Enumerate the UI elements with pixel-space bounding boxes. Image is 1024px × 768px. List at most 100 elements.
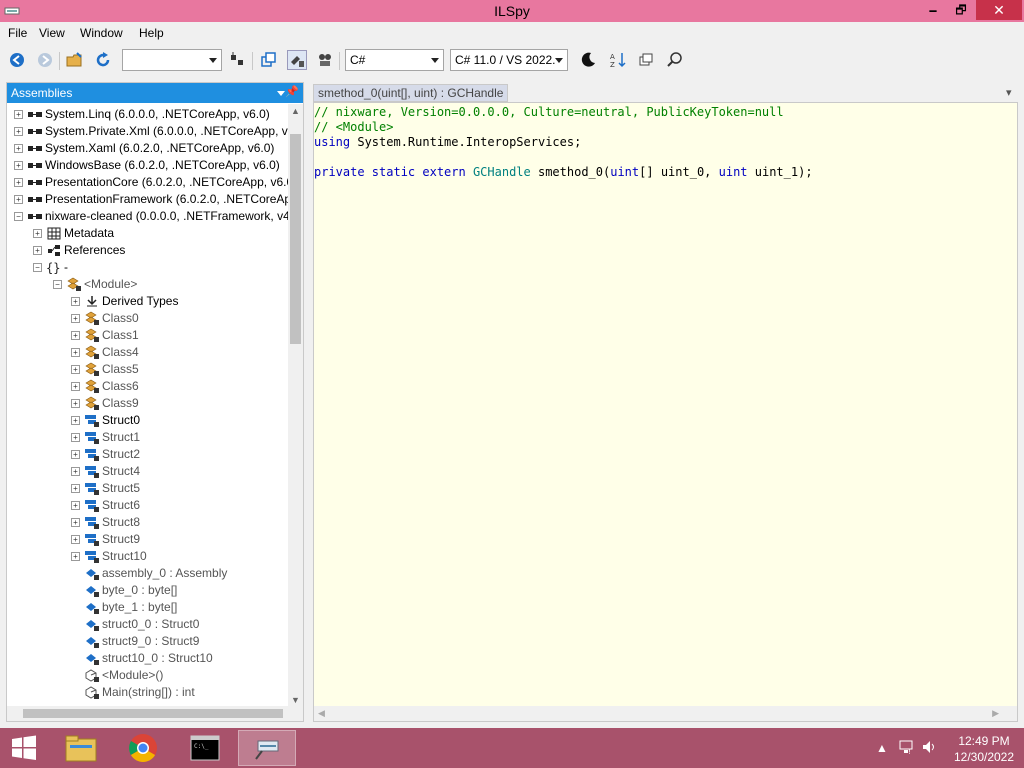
scroll-thumb[interactable] [290,134,301,344]
tree-horizontal-scrollbar[interactable] [7,706,303,721]
expand-icon[interactable]: + [71,348,80,357]
tree-node[interactable]: struct0_0 : Struct0 [7,616,289,633]
tree-node[interactable]: + Class0 [7,310,289,327]
tree-node[interactable]: − <Module> [7,276,289,293]
theme-icon[interactable] [578,50,598,70]
expand-icon[interactable]: + [14,161,23,170]
expand-icon[interactable]: + [71,518,80,527]
tree-node[interactable]: + Struct0 [7,412,289,429]
internal-icon[interactable] [315,50,335,70]
language-combo[interactable]: C# [345,49,444,71]
menu-help[interactable]: Help [139,26,164,40]
editor-horizontal-scrollbar[interactable]: ◀ ▶ [314,706,1017,721]
expand-icon[interactable]: + [33,229,42,238]
network-icon[interactable]: ! [898,739,914,768]
collapse-icon[interactable]: − [53,280,62,289]
tree-node[interactable]: + PresentationCore (6.0.2.0, .NETCoreApp,… [7,174,289,191]
tree-node[interactable]: + Class1 [7,327,289,344]
menu-window[interactable]: Window [80,26,123,40]
assembly-list-combo[interactable] [122,49,222,71]
tree-node[interactable]: + Class6 [7,378,289,395]
code-line[interactable]: private static extern GCHandle smethod_0… [314,165,813,180]
expand-icon[interactable]: + [71,365,80,374]
collapse-icon[interactable]: − [14,212,23,221]
sort-icon[interactable] [228,50,248,70]
code-line[interactable]: // <Module> [314,120,813,135]
code-editor[interactable]: // nixware, Version=0.0.0.0, Culture=neu… [313,102,1018,722]
reload-icon[interactable] [93,50,113,70]
tree-node[interactable]: + Metadata [7,225,289,242]
tree-node[interactable]: assembly_0 : Assembly [7,565,289,582]
document-list-icon[interactable]: ▾ [1006,86,1012,99]
tree-node[interactable]: + Class5 [7,361,289,378]
tree-node[interactable]: + System.Linq (6.0.0.0, .NETCoreApp, v6.0… [7,106,289,123]
forward-icon[interactable] [35,50,55,70]
scroll-down-icon[interactable]: ▼ [291,695,300,705]
open-icon[interactable] [65,50,85,70]
volume-icon[interactable] [921,739,937,768]
file-explorer-icon[interactable] [52,730,110,766]
back-icon[interactable] [7,50,27,70]
expand-icon[interactable]: + [71,467,80,476]
tree-node[interactable]: Main(string[]) : int [7,684,289,701]
tree-node[interactable]: + System.Private.Xml (6.0.0.0, .NETCoreAp… [7,123,289,140]
code-line[interactable]: // nixware, Version=0.0.0.0, Culture=neu… [314,105,813,120]
code-line[interactable]: using System.Runtime.InteropServices; [314,135,813,150]
expand-icon[interactable]: + [71,314,80,323]
tree-node[interactable]: + Struct5 [7,480,289,497]
tree-node[interactable]: −{} - [7,259,289,276]
tree-node[interactable]: + Struct2 [7,446,289,463]
tree-node[interactable]: + Derived Types [7,293,289,310]
start-icon[interactable] [0,730,48,766]
collapse-icon[interactable]: − [33,263,42,272]
tree-node[interactable]: + Class4 [7,344,289,361]
expand-icon[interactable]: + [14,110,23,119]
api-visibility-icon[interactable] [287,50,307,70]
expand-icon[interactable]: + [71,399,80,408]
expand-icon[interactable]: + [71,331,80,340]
tree-node[interactable]: byte_0 : byte[] [7,582,289,599]
tree-node[interactable]: + References [7,242,289,259]
minimize-button[interactable]: 🗕 [920,0,946,20]
expand-icon[interactable]: + [71,450,80,459]
menu-view[interactable]: View [39,26,65,40]
manage-lists-icon[interactable] [636,50,656,70]
show-hidden-icons-icon[interactable]: ▲ [876,741,888,768]
tree-node[interactable]: struct9_0 : Struct9 [7,633,289,650]
tree-node[interactable]: byte_1 : byte[] [7,599,289,616]
tree-node[interactable]: + PresentationFramework (6.0.2.0, .NETCor… [7,191,289,208]
scroll-up-icon[interactable]: ▲ [291,106,300,116]
pin-icon[interactable]: 📌 [285,85,299,98]
tree-node[interactable]: + Struct10 [7,548,289,565]
tree-node[interactable]: struct10_0 : Struct10 [7,650,289,667]
panel-menu-chevron-icon[interactable] [277,91,285,96]
scroll-left-icon[interactable]: ◀ [318,708,325,719]
expand-icon[interactable]: + [14,144,23,153]
expand-icon[interactable]: + [71,484,80,493]
scroll-right-icon[interactable]: ▶ [992,708,999,719]
tree-node[interactable]: + Class9 [7,395,289,412]
expand-icon[interactable]: + [71,501,80,510]
tree-node[interactable]: − nixware-cleaned (0.0.0.0, .NETFramework… [7,208,289,225]
tree-node[interactable]: + System.Xaml (6.0.2.0, .NETCoreApp, v6.0… [7,140,289,157]
chrome-icon[interactable] [114,730,172,766]
expand-icon[interactable]: + [71,535,80,544]
expand-icon[interactable]: + [71,297,80,306]
code-text[interactable]: // nixware, Version=0.0.0.0, Culture=neu… [314,105,813,180]
expand-icon[interactable]: + [14,127,23,136]
tree-vertical-scrollbar[interactable]: ▲ ▼ [288,104,303,707]
assembly-tree[interactable]: + System.Linq (6.0.0.0, .NETCoreApp, v6.0… [7,104,289,706]
tree-node[interactable]: <Module>() [7,667,289,684]
tree-node[interactable]: + Struct1 [7,429,289,446]
sort-assemblies-icon[interactable]: AZ [608,50,628,70]
expand-icon[interactable]: + [14,178,23,187]
expand-icon[interactable]: + [71,416,80,425]
close-button[interactable]: ✕ [976,0,1022,20]
tree-node[interactable]: + WindowsBase (6.0.2.0, .NETCoreApp, v6.0… [7,157,289,174]
ilspy-icon[interactable] [238,730,296,766]
expand-icon[interactable]: + [71,382,80,391]
maximize-button[interactable]: 🗗 [948,0,974,20]
tree-node[interactable]: + Struct4 [7,463,289,480]
tree-node[interactable]: + Struct6 [7,497,289,514]
cmd-icon[interactable]: C:\_ [176,730,234,766]
